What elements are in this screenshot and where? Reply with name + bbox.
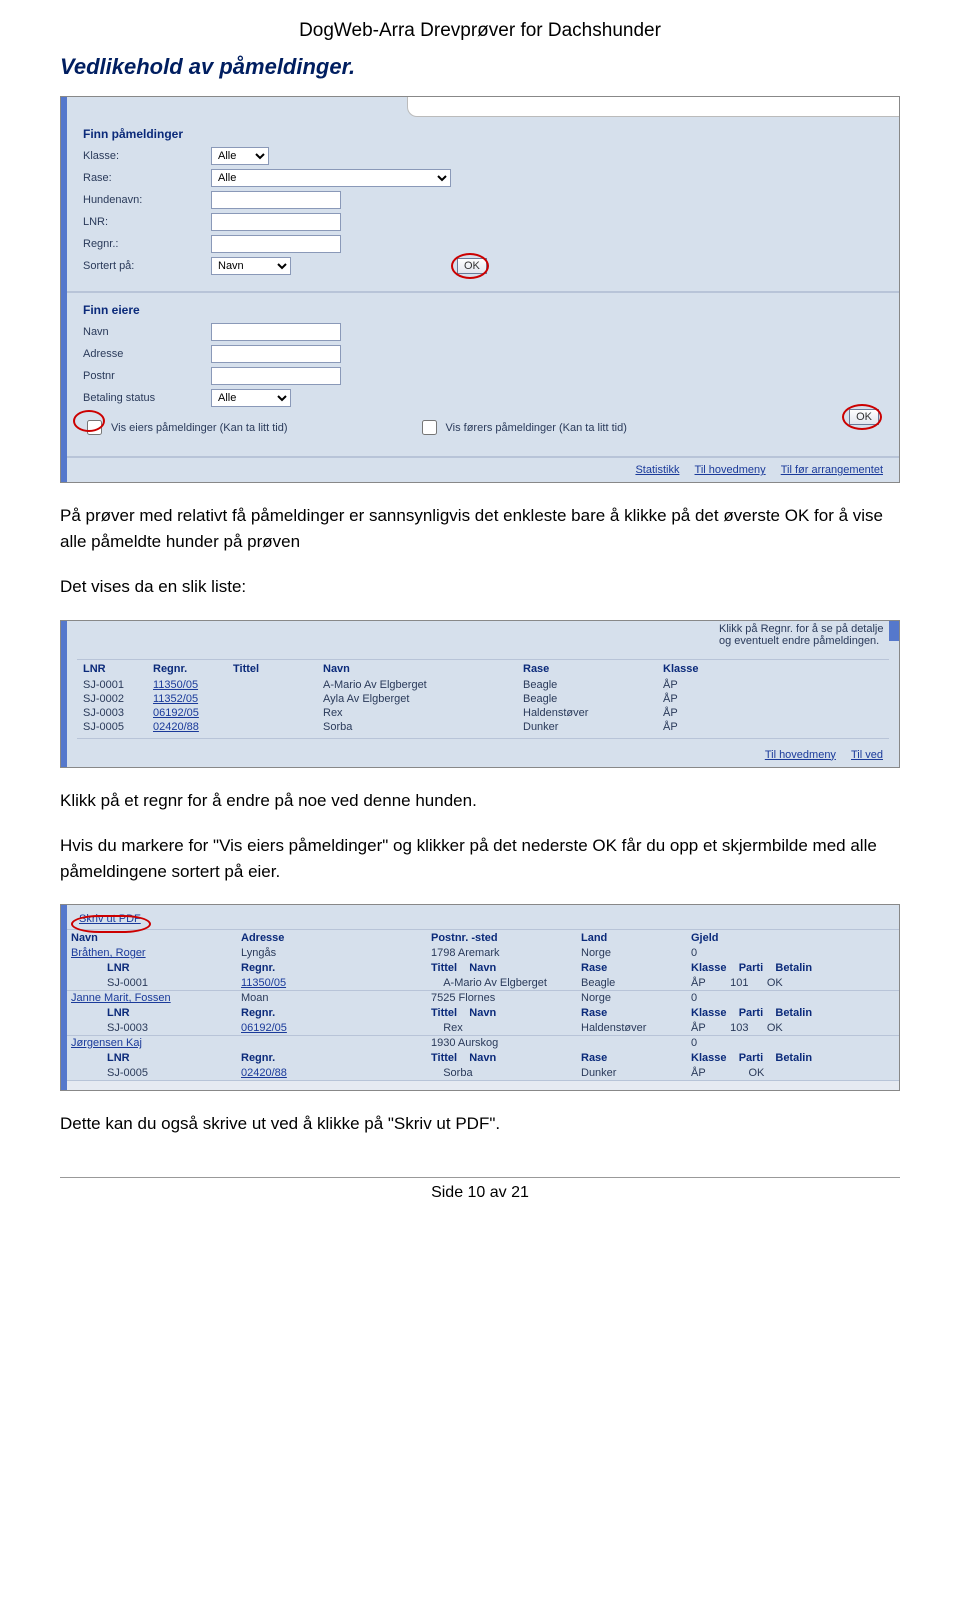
owner-dog-row: SJ-000306192/05 RexHaldenstøverÅP 103 OK [67,1021,899,1036]
owner-row: Janne Marit, FossenMoan7525 FlornesNorge… [67,991,899,1006]
checkbox-vis-eiers[interactable] [87,420,102,435]
input-adresse[interactable] [211,345,341,363]
label-hundenavn: Hundenavn: [83,194,203,206]
label-postnr: Postnr [83,370,203,382]
label-adresse: Adresse [83,348,203,360]
table-row: SJ-000306192/05RexHaldenstøverÅP [77,706,889,720]
link-regnr[interactable]: 02420/88 [237,1066,427,1080]
owner-row: Jørgensen Kaj1930 Aurskog0 [67,1036,899,1051]
paragraph-4: Hvis du markere for "Vis eiers påmelding… [60,833,900,884]
link-skriv-pdf[interactable]: Skriv ut PDF [67,907,141,929]
link-hovedmeny-1[interactable]: Til hovedmeny [695,464,766,476]
link-regnr[interactable]: 06192/05 [147,706,227,720]
paragraph-5: Dette kan du også skrive ut ved å klikke… [60,1111,900,1137]
label-regnr: Regnr.: [83,238,203,250]
link-statistikk[interactable]: Statistikk [635,464,679,476]
notice-text: Klikk på Regnr. for å se på detalje og e… [719,623,889,647]
owner-row: Bråthen, RogerLyngås1798 AremarkNorge0 [67,946,899,960]
label-vis-forers: Vis førers påmeldinger (Kan ta litt tid) [446,422,627,434]
label-sortert: Sortert på: [83,260,203,272]
ok-button-2[interactable]: OK [849,409,879,425]
label-klasse: Klasse: [83,150,203,162]
section-heading: Vedlikehold av påmeldinger. [60,54,900,80]
page-header: DogWeb-Arra Drevprøver for Dachshunder [60,20,900,42]
link-regnr[interactable]: 11352/05 [147,692,227,706]
input-postnr[interactable] [211,367,341,385]
input-regnr[interactable] [211,235,341,253]
select-rase[interactable]: Alle [211,169,451,187]
select-sortert[interactable]: Navn [211,257,291,275]
owner-dog-row: SJ-000111350/05 A-Mario Av ElgbergetBeag… [67,976,899,991]
table-row: SJ-000111350/05A-Mario Av ElgbergetBeagl… [77,678,889,692]
link-regnr[interactable]: 11350/05 [147,678,227,692]
label-vis-eiers: Vis eiers påmeldinger (Kan ta litt tid) [111,422,288,434]
select-klasse[interactable]: Alle [211,147,269,165]
paragraph-3: Klikk på et regnr for å endre på noe ved… [60,788,900,814]
link-owner[interactable]: Janne Marit, Fossen [67,991,237,1006]
input-hundenavn[interactable] [211,191,341,209]
label-betaling: Betaling status [83,392,203,404]
page-footer: Side 10 av 21 [60,1177,900,1202]
result-table: LNR Regnr. Tittel Navn Rase Klasse SJ-00… [77,659,889,734]
scrollbar-bottom[interactable] [67,1080,899,1090]
form1-heading: Finn påmeldinger [83,127,883,141]
checkbox-vis-forers[interactable] [422,420,437,435]
input-lnr[interactable] [211,213,341,231]
ok-button-1[interactable]: OK [457,258,487,274]
screenshot-table: Klikk på Regnr. for å se på detalje og e… [60,620,900,768]
link-regnr[interactable]: 02420/88 [147,720,227,734]
link-owner[interactable]: Bråthen, Roger [67,946,237,960]
select-betaling[interactable]: Alle [211,389,291,407]
link-regnr[interactable]: 11350/05 [237,976,427,991]
owner-table: NavnAdressePostnr. -stedLandGjeldBråthen… [67,929,899,1080]
link-owner[interactable]: Jørgensen Kaj [67,1036,237,1051]
screenshot-forms: Finn påmeldinger Klasse: Alle Rase: Alle… [60,96,900,483]
link-for-arrangementet[interactable]: Til før arrangementet [781,464,883,476]
owner-dog-row: SJ-000502420/88 SorbaDunkerÅP OK [67,1066,899,1080]
label-lnr: LNR: [83,216,203,228]
table-row: SJ-000211352/05Ayla Av ElgbergetBeagleÅP [77,692,889,706]
paragraph-2: Det vises da en slik liste: [60,574,900,600]
link-til-ved[interactable]: Til ved [851,749,883,761]
label-rase: Rase: [83,172,203,184]
link-hovedmeny-2[interactable]: Til hovedmeny [765,749,836,761]
label-navn: Navn [83,326,203,338]
table-header-row: LNR Regnr. Tittel Navn Rase Klasse [77,659,889,678]
input-navn[interactable] [211,323,341,341]
form2-heading: Finn eiere [83,303,883,317]
screenshot-owners: Skriv ut PDF NavnAdressePostnr. -stedLan… [60,904,900,1091]
link-regnr[interactable]: 06192/05 [237,1021,427,1036]
paragraph-1: På prøver med relativt få påmeldinger er… [60,503,900,554]
table-row: SJ-000502420/88SorbaDunkerÅP [77,720,889,734]
